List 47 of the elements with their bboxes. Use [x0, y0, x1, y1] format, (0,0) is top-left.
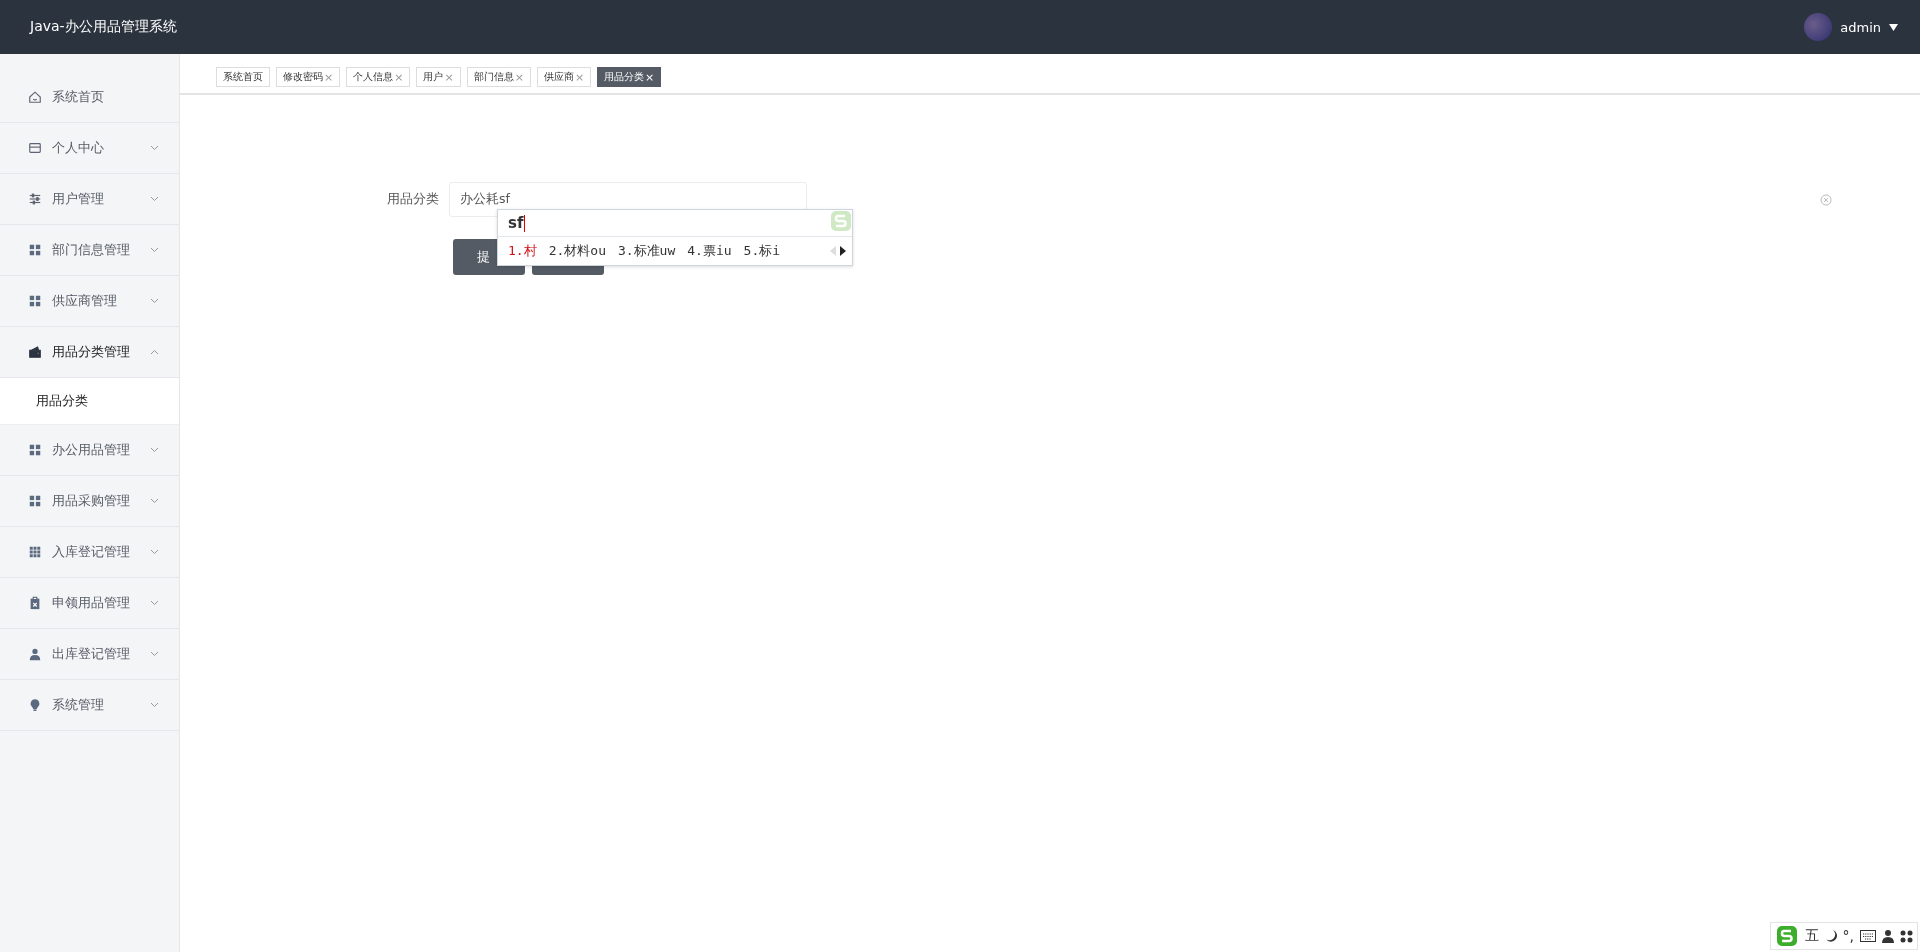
tab[interactable]: 用品分类× [597, 67, 662, 87]
sidebar-item[interactable]: 办公用品管理 [0, 425, 179, 476]
sidebar-item[interactable]: 出库登记管理 [0, 629, 179, 680]
input-mode[interactable]: 五 [1804, 927, 1819, 945]
person-icon[interactable] [1882, 929, 1894, 943]
sidebar-item[interactable]: 部门信息管理 [0, 225, 179, 276]
grid-icon [28, 545, 42, 559]
sidebar-item[interactable]: 申领用品管理 [0, 578, 179, 629]
tab[interactable]: 用户× [416, 67, 461, 87]
ime-logo-icon[interactable] [1774, 925, 1799, 947]
wallet-icon [28, 345, 42, 359]
submenu-item[interactable]: 用品分类 [0, 378, 179, 425]
sidebar-item[interactable]: 用户管理 [0, 174, 179, 225]
sidebar-item[interactable]: 供应商管理 [0, 276, 179, 327]
sidebar-item[interactable]: 系统首页 [0, 72, 179, 123]
user-name[interactable]: admin [1840, 19, 1881, 35]
clipboard-icon [28, 596, 42, 610]
grid-icon [28, 294, 42, 308]
ime-composition: sf [508, 214, 524, 232]
sidebar-item[interactable]: 个人中心 [0, 123, 179, 174]
tab[interactable]: 部门信息× [466, 67, 531, 87]
grid-icon[interactable] [1900, 929, 1913, 943]
punctuation-mode[interactable]: °, [1842, 928, 1854, 944]
tab[interactable]: 系统首页 [216, 67, 270, 87]
home-icon [28, 90, 42, 104]
grid-icon [28, 443, 42, 457]
sidebar-item[interactable]: 入库登记管理 [0, 527, 179, 578]
bulb-icon [28, 698, 42, 712]
ime-candidate[interactable]: 5.标i [743, 242, 781, 260]
field-label: 用品分类 [386, 191, 440, 208]
person-icon [28, 647, 42, 661]
grid-icon [28, 243, 42, 257]
sidebar-item[interactable]: 系统管理 [0, 680, 179, 731]
ime-candidate[interactable]: 4.票iu [687, 242, 732, 260]
ime-candidate[interactable]: 2.材料ou [548, 242, 606, 260]
tab[interactable]: 修改密码× [276, 67, 341, 87]
grid-icon [28, 494, 42, 508]
sliders-icon [28, 192, 42, 206]
tab[interactable]: 个人信息× [346, 67, 411, 87]
tab[interactable]: 供应商× [536, 67, 592, 87]
caret-icon[interactable] [1889, 23, 1898, 31]
card-icon [28, 141, 42, 155]
ime-candidate[interactable]: 3.标准uw [617, 242, 676, 260]
sidebar-item[interactable]: 用品采购管理 [0, 476, 179, 527]
next-icon[interactable] [840, 246, 846, 256]
app-title: Java-办公用品管理系统 [30, 18, 177, 36]
keyboard-icon[interactable] [1860, 930, 1876, 942]
